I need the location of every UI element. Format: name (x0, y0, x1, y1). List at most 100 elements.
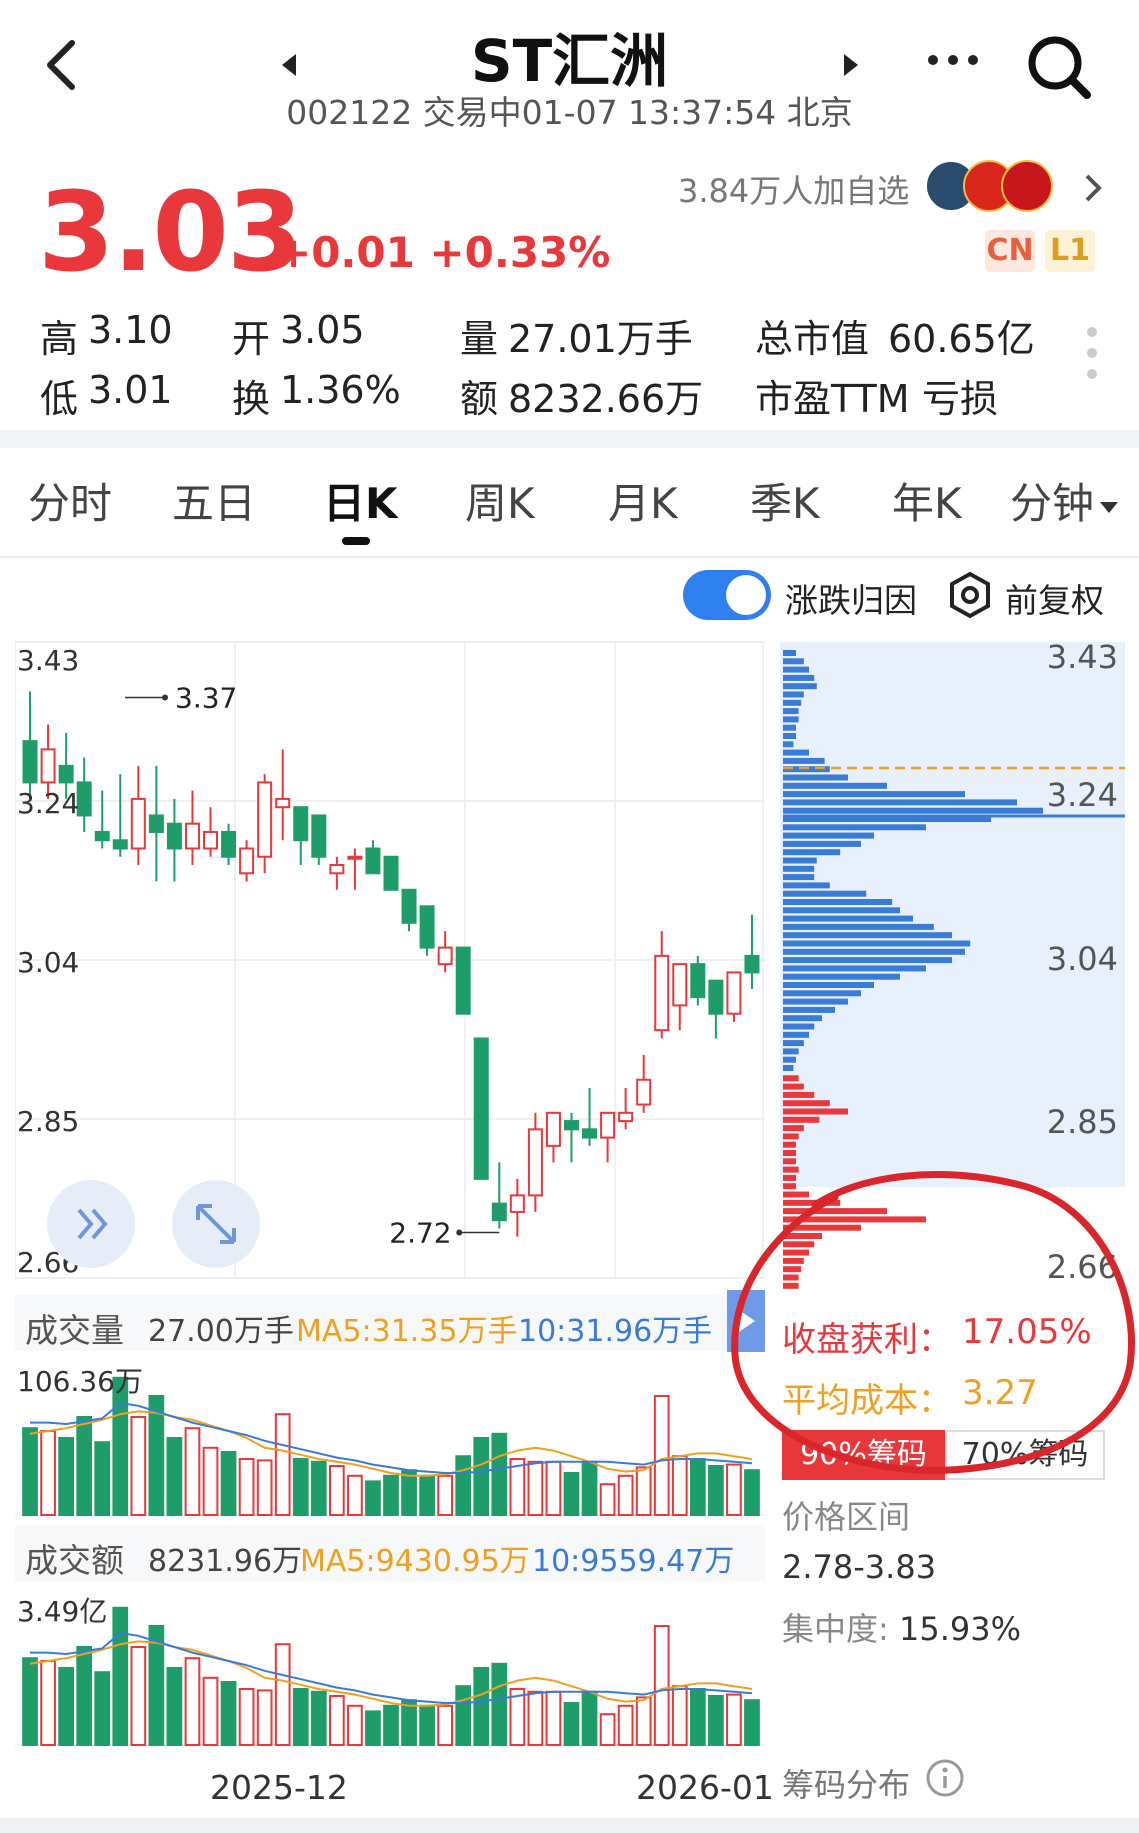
search-button[interactable] (1025, 33, 1095, 107)
tab-daily-k[interactable]: 日K (323, 470, 398, 531)
volume-bar (635, 1466, 652, 1516)
volume-bar (671, 1685, 688, 1746)
volume-bar (76, 1646, 93, 1746)
volume-bar (184, 1657, 201, 1746)
chip-bar-loss (783, 716, 799, 723)
tab-intraday[interactable]: 分时 (28, 470, 112, 531)
low-marker-dot (456, 1229, 463, 1236)
chip-bar-loss (783, 907, 900, 914)
volume-bar (166, 1667, 183, 1746)
volume-bar (419, 1474, 435, 1517)
candle-body (563, 1120, 579, 1131)
volume-bar (202, 1676, 219, 1746)
chip-bar-profit (783, 1091, 815, 1098)
price-axis-label: 2.85 (17, 1105, 79, 1138)
price-axis-label: 3.24 (17, 787, 79, 820)
tab-minute-label: 分钟 (1010, 479, 1095, 528)
low-value: 3.01 (88, 368, 173, 412)
open-label: 开 (232, 317, 271, 361)
candle-body (527, 1128, 543, 1197)
fast-forward-button[interactable] (47, 1180, 135, 1268)
tab-yearly-k[interactable]: 年K (892, 470, 962, 531)
volume-chart[interactable]: 106.36万 (15, 1355, 765, 1520)
candle-body (473, 1037, 489, 1180)
adjust-label[interactable]: 前复权 (1005, 574, 1104, 622)
volume-bar (112, 1376, 129, 1516)
active-tab-indicator (342, 537, 370, 545)
candle-body (618, 1111, 634, 1123)
volume-bar (545, 1460, 562, 1517)
volume-bar (653, 1625, 670, 1746)
change-value: +0.01 (276, 228, 415, 277)
volume-bar (653, 1395, 670, 1516)
chip-bar-loss (783, 741, 794, 748)
chip-price-label: 3.24 (1047, 776, 1118, 814)
candle-body (148, 814, 164, 833)
chip-bar-loss (783, 923, 934, 930)
watchers-count[interactable]: 3.84万人加自选 (678, 166, 909, 212)
amount-title[interactable]: 成交额 (25, 1534, 124, 1582)
adjust-button[interactable] (945, 570, 995, 624)
volume-bar (563, 1472, 580, 1516)
tab-minute[interactable]: 分钟 (1010, 470, 1120, 531)
more-button[interactable] (926, 50, 980, 74)
chip-bar-loss (783, 1031, 809, 1038)
volume-bar (473, 1667, 490, 1746)
max-value-label: 106.36万 (17, 1365, 143, 1398)
attribution-label[interactable]: 涨跌归因 (785, 574, 917, 622)
volume-bar (184, 1427, 201, 1516)
tab-five-day[interactable]: 五日 (172, 470, 256, 531)
open-value: 3.05 (280, 308, 365, 352)
concentration-value: 15.93% (898, 1610, 1021, 1648)
chip-price-label: 3.04 (1047, 940, 1118, 978)
chip-bar-loss (783, 932, 952, 939)
price-range-value: 2.78-3.83 (782, 1548, 937, 1586)
candle-body (690, 963, 706, 999)
amount-chart[interactable]: 3.49亿 (15, 1585, 765, 1750)
chip-bar-loss (783, 973, 900, 980)
chip-bar-loss (783, 998, 848, 1005)
watcher-avatars[interactable] (925, 160, 1065, 214)
volume-bar (292, 1458, 309, 1516)
candle-body (166, 822, 182, 850)
volume-bar (256, 1459, 273, 1516)
volume-bar (220, 1451, 237, 1516)
stats-expand-button[interactable] (1085, 325, 1099, 385)
chip-bar-profit (783, 1100, 830, 1107)
volume-bar (130, 1416, 147, 1516)
volume-bar (617, 1474, 634, 1517)
candle-body (58, 764, 74, 784)
tab-weekly-k[interactable]: 周K (465, 470, 535, 531)
tab-quarterly-k[interactable]: 季K (750, 470, 820, 531)
volume-bar (491, 1662, 508, 1746)
tab-monthly-k[interactable]: 月K (608, 470, 678, 531)
volume-current: 27.00万手 (148, 1314, 294, 1349)
chip-bar-loss (783, 1065, 794, 1071)
volume-bar (166, 1437, 183, 1516)
candle-body (40, 748, 56, 784)
concentration-label: 集中度: (782, 1610, 889, 1648)
current-price: 3.03 (38, 168, 303, 296)
volume-bar (94, 1441, 111, 1516)
chip-info-button[interactable] (925, 1758, 965, 1802)
volume-bar (310, 1460, 327, 1517)
candle-body (491, 1202, 507, 1222)
chip-bar-loss (783, 840, 861, 847)
candle-body (239, 847, 255, 875)
chip-bar-loss (783, 990, 861, 997)
expand-chart-button[interactable] (172, 1180, 260, 1268)
attribution-toggle[interactable] (683, 570, 771, 620)
price-axis-label: 3.43 (17, 644, 79, 677)
candle-body (726, 971, 742, 1015)
vertical-dots-icon (1087, 327, 1097, 379)
watchers-chevron[interactable] (1083, 172, 1103, 208)
chip-bar-profit (783, 1075, 799, 1082)
chip-bar-loss (783, 733, 796, 739)
next-stock-button[interactable] (840, 52, 862, 82)
low-label: 低 (40, 377, 79, 421)
volume-bar (581, 1690, 598, 1747)
volume-bar (202, 1446, 219, 1516)
chip-bar-loss (783, 1056, 796, 1063)
volume-bar (455, 1685, 472, 1746)
volume-title[interactable]: 成交量 (25, 1304, 124, 1352)
